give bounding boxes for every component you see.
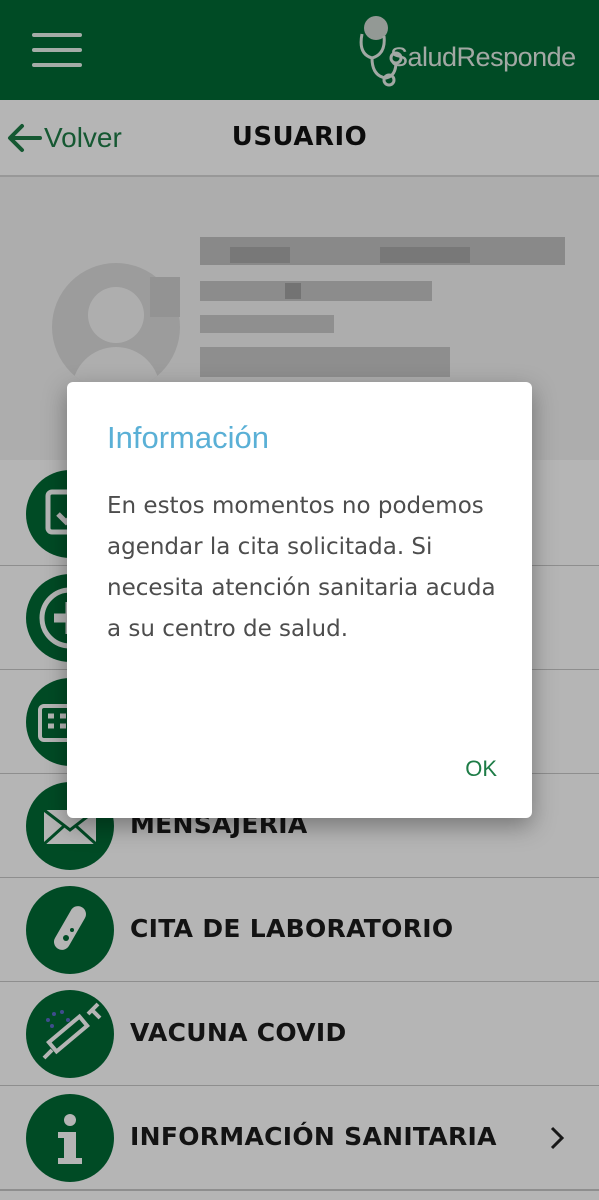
dialog-message: En estos momentos no podemos agendar la … [107,493,496,642]
dialog-title: Información [107,420,269,455]
info-dialog: Información En estos momentos no podemos… [67,382,532,818]
ok-button[interactable]: OK [447,756,497,782]
